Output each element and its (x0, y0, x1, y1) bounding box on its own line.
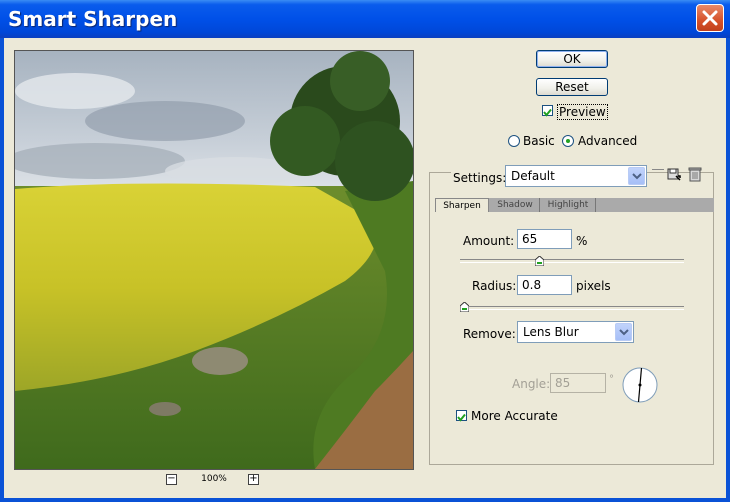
amount-slider-thumb[interactable] (535, 256, 545, 266)
amount-unit: % (576, 234, 588, 248)
tab-highlight[interactable]: Highlight (541, 198, 596, 212)
more-accurate-label[interactable]: More Accurate (471, 409, 558, 423)
ok-button[interactable]: OK (536, 50, 608, 68)
window-title: Smart Sharpen (8, 7, 178, 31)
amount-input[interactable]: 65 (517, 229, 572, 249)
radius-input[interactable]: 0.8 (517, 275, 572, 295)
basic-radio[interactable] (508, 135, 520, 147)
delete-settings-icon[interactable] (688, 166, 702, 182)
close-button[interactable] (696, 4, 724, 32)
zoom-in-icon: + (249, 473, 258, 484)
amount-slider-track[interactable] (460, 259, 684, 263)
settings-separator (652, 169, 664, 170)
tab-strip: Sharpen Shadow Highlight (435, 198, 714, 212)
preview-checkbox[interactable] (542, 105, 553, 117)
radius-slider-thumb[interactable] (460, 302, 469, 312)
radius-label: Radius: (472, 279, 517, 293)
tab-sharpen[interactable]: Sharpen (435, 198, 489, 212)
reset-button[interactable]: Reset (536, 78, 608, 96)
settings-dropdown[interactable]: Default (505, 165, 647, 187)
save-settings-icon[interactable] (666, 166, 682, 182)
preview-image[interactable] (14, 50, 414, 470)
dropdown-arrow-icon[interactable] (615, 323, 632, 341)
basic-label[interactable]: Basic (523, 134, 555, 148)
remove-value: Lens Blur (523, 325, 579, 339)
zoom-controls: − 100% + (166, 474, 262, 488)
radio-selected-dot (566, 139, 570, 143)
remove-dropdown[interactable]: Lens Blur (517, 321, 634, 343)
angle-input: 85 (550, 373, 606, 393)
radius-unit: pixels (576, 279, 611, 293)
zoom-out-icon: − (167, 473, 176, 484)
title-bar[interactable]: Smart Sharpen (0, 0, 730, 38)
angle-dial-icon (622, 367, 658, 403)
dropdown-arrow-icon[interactable] (628, 167, 645, 185)
advanced-radio[interactable] (562, 135, 574, 147)
dialog-body: − 100% + OK Reset Preview Basic Advanced… (4, 38, 726, 498)
settings-value: Default (511, 169, 555, 183)
more-accurate-checkbox[interactable] (456, 410, 467, 422)
radius-slider-track[interactable] (460, 306, 684, 310)
tab-shadow[interactable]: Shadow (491, 198, 540, 212)
close-icon (702, 10, 718, 26)
smart-sharpen-window: Smart Sharpen − 100% + OK Reset Preview … (0, 0, 730, 502)
angle-label: Angle: (512, 377, 551, 391)
advanced-label[interactable]: Advanced (578, 134, 637, 148)
settings-label: Settings: (451, 171, 509, 185)
zoom-level: 100% (201, 474, 227, 484)
amount-label: Amount: (463, 234, 515, 248)
angle-unit: ° (609, 374, 614, 385)
zoom-in-button[interactable]: + (248, 474, 259, 485)
zoom-out-button[interactable]: − (166, 474, 177, 485)
preview-label[interactable]: Preview (557, 104, 608, 120)
remove-label: Remove: (463, 327, 516, 341)
